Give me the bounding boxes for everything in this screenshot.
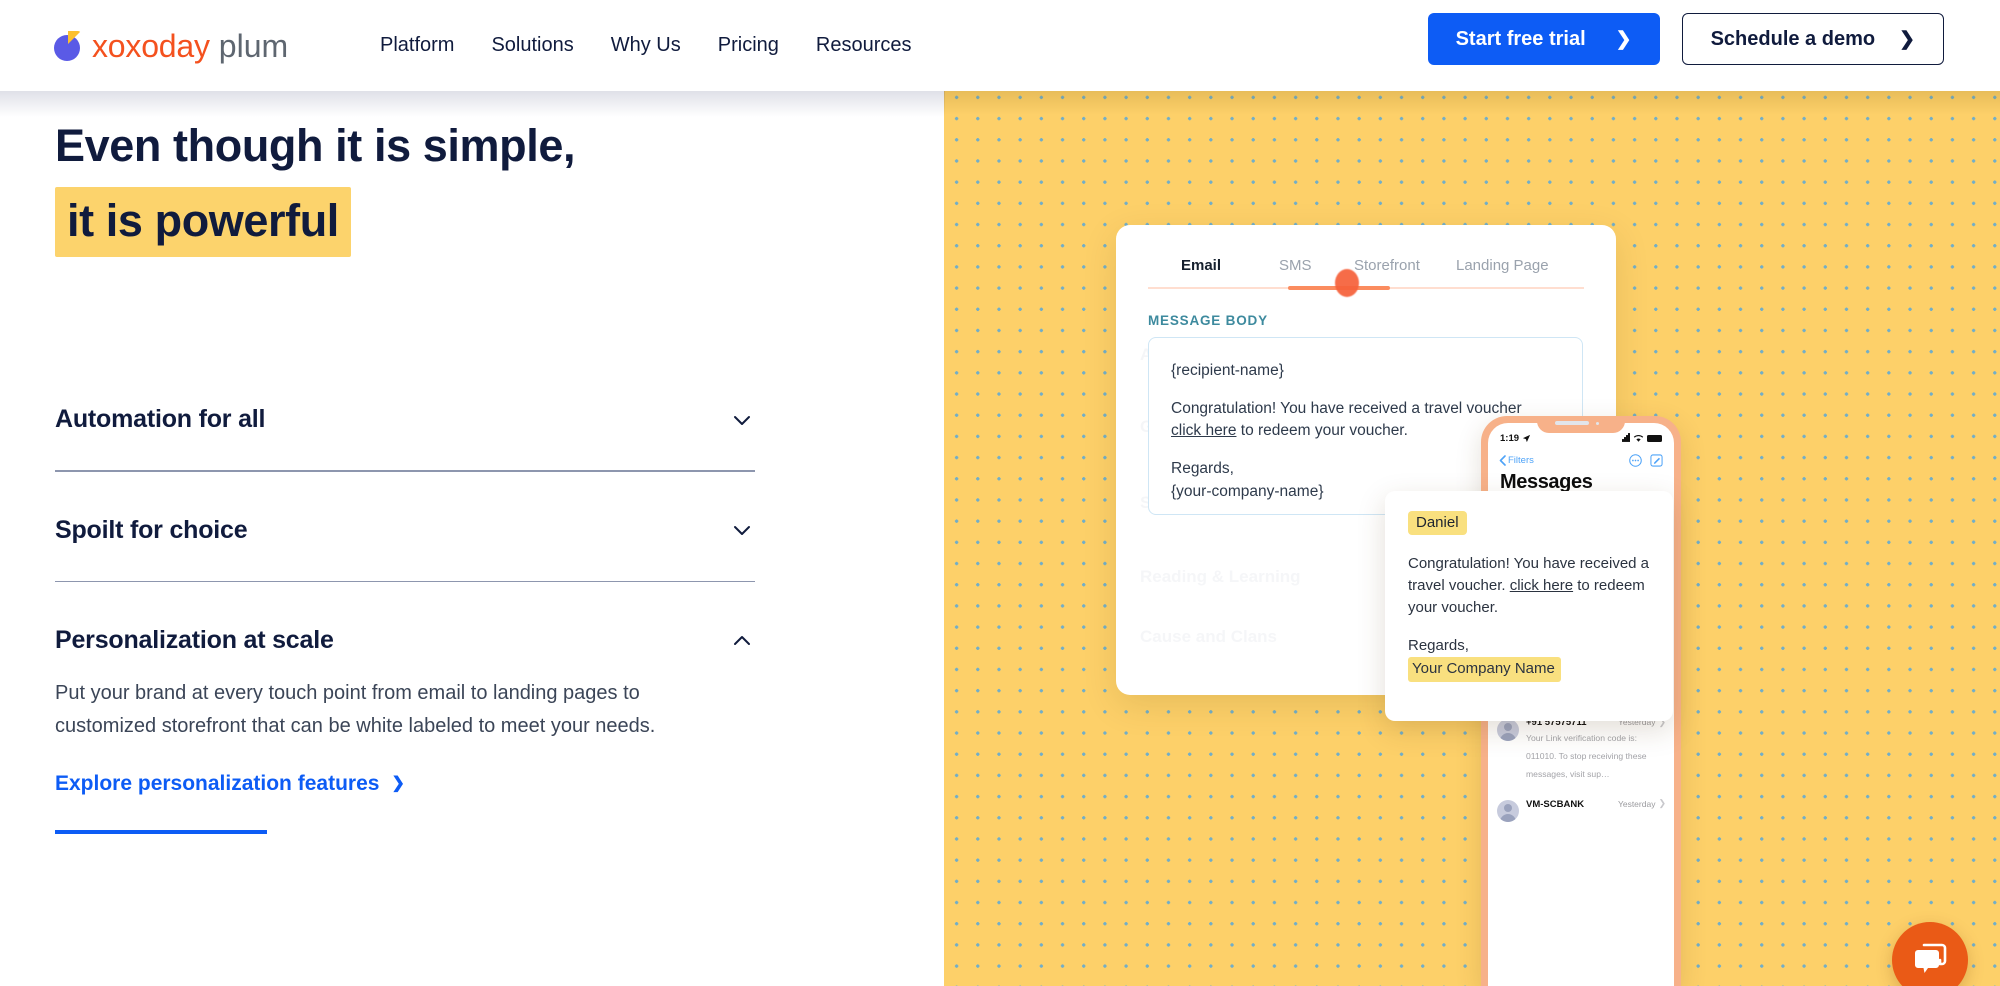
accordion-title: Spoilt for choice (55, 515, 248, 544)
more-circle-icon (1629, 453, 1642, 467)
sms-preview-popup: Daniel Congratulation! You have received… (1385, 491, 1673, 721)
accordion-body-text: Put your brand at every touch point from… (55, 682, 656, 737)
email-click-here-link[interactable]: click here (1171, 422, 1236, 439)
list-item[interactable]: VM-SCBANK Yesterday ❯ (1488, 790, 1674, 830)
chevron-right-icon: ❯ (1899, 28, 1915, 50)
phone-camera (1596, 422, 1599, 425)
tab-landing-page[interactable]: Landing Page (1456, 257, 1549, 274)
accordion-progress-fill (55, 829, 267, 834)
start-free-trial-button[interactable]: Start free trial ❯ (1427, 13, 1660, 65)
avatar (1497, 800, 1519, 822)
site-header: xoxoday plum Platform Solutions Why Us P… (0, 0, 2000, 91)
headline-highlight: it is powerful (55, 186, 351, 258)
main-nav: Platform Solutions Why Us Pricing Resour… (380, 0, 949, 91)
page-title: Even though it is simple, it is powerful (55, 118, 815, 258)
start-free-trial-label: Start free trial (1455, 27, 1586, 50)
header-actions: Start free trial ❯ Schedule a demo ❯ (1427, 13, 1944, 65)
schedule-demo-label: Schedule a demo (1710, 27, 1876, 50)
product-preview-panel: Amazon Products Experiences Gift cards W… (944, 91, 2000, 986)
nav-item-why-us[interactable]: Why Us (611, 34, 718, 57)
chevron-down-icon[interactable] (729, 407, 755, 433)
page-root: xoxoday plum Platform Solutions Why Us P… (0, 0, 2000, 986)
tab-email[interactable]: Email (1181, 257, 1221, 274)
logo-product-text: plum (218, 28, 289, 64)
accordion-title: Personalization at scale (55, 626, 334, 655)
email-redeem-text: to redeem your voucher. (1236, 422, 1408, 440)
chevron-up-icon[interactable] (729, 628, 755, 654)
chat-bubble-icon (1915, 943, 1947, 973)
chevron-right-icon: ❯ (1615, 28, 1632, 50)
chevron-right-icon: ❯ (1658, 798, 1666, 808)
accordion-body-personalization: Put your brand at every touch point from… (55, 669, 755, 834)
ghost-label: Reading & Learning (1140, 567, 1301, 586)
nav-item-platform[interactable]: Platform (380, 34, 491, 57)
status-time: 1:19 (1500, 433, 1531, 444)
accordion-item-choice[interactable]: Spoilt for choice (55, 502, 755, 583)
chevron-down-icon[interactable] (729, 517, 755, 543)
plum-logo-icon (54, 31, 84, 61)
headline-line-1: Even though it is simple, (55, 120, 576, 171)
phone-speaker (1555, 421, 1589, 425)
logo-brand-text: xoxoday (92, 28, 210, 64)
feature-accordion: Automation for all Spoilt for choice Per… (55, 391, 755, 834)
logo[interactable]: xoxoday plum (54, 24, 288, 68)
cursor-dot-icon (1335, 269, 1359, 297)
accordion-title: Automation for all (55, 405, 266, 433)
status-indicators (1622, 429, 1662, 447)
tab-storefront[interactable]: Storefront (1354, 257, 1420, 274)
message-body-label: MESSAGE BODY (1148, 313, 1268, 328)
phone-nav-row: Filters (1488, 449, 1674, 471)
accordion-item-personalization[interactable]: Personalization at scale Put your brand … (55, 612, 755, 834)
chevron-right-icon: ❯ (391, 774, 405, 792)
message-sender: VM-SCBANK (1526, 798, 1585, 810)
divider (55, 470, 755, 472)
signal-icon (1622, 429, 1630, 447)
accordion-header-personalization[interactable]: Personalization at scale (55, 612, 755, 669)
avatar (1497, 718, 1519, 741)
popup-company-name: Your Company Name (1408, 657, 1561, 682)
phone-nav-icons (1629, 453, 1663, 467)
accordion-header-automation[interactable]: Automation for all (55, 391, 755, 448)
filters-back-link[interactable]: Filters (1499, 455, 1534, 466)
accordion-progress-bar (55, 829, 755, 834)
tab-sms[interactable]: SMS (1279, 257, 1312, 274)
accordion-item-automation[interactable]: Automation for all (55, 391, 755, 472)
popup-recipient-name: Daniel (1408, 511, 1467, 535)
message-preview: Your Link verification code is: 011010. … (1526, 733, 1647, 779)
compose-icon (1650, 453, 1663, 467)
popup-message-text: Congratulation! You have received a trav… (1408, 555, 1650, 616)
divider (55, 580, 755, 583)
nav-item-pricing[interactable]: Pricing (718, 34, 816, 57)
nav-item-resources[interactable]: Resources (816, 34, 949, 57)
hero-left-column: Even though it is simple, it is powerful… (0, 91, 945, 986)
popup-click-here-link[interactable]: click here (1510, 577, 1573, 594)
ghost-label: Cause and Clans (1140, 627, 1277, 646)
accordion-header-choice[interactable]: Spoilt for choice (55, 502, 755, 559)
chevron-left-icon (1499, 454, 1506, 466)
popup-regards: Regards, Your Company Name (1408, 635, 1650, 682)
nav-item-solutions[interactable]: Solutions (491, 34, 610, 57)
schedule-demo-button[interactable]: Schedule a demo ❯ (1681, 13, 1944, 65)
location-arrow-icon (1522, 434, 1531, 442)
wifi-icon (1633, 434, 1644, 442)
explore-personalization-link[interactable]: Explore personalization features ❯ (55, 772, 405, 796)
channel-tabs: Email SMS Storefront Landing Page (1116, 257, 1616, 297)
battery-icon (1647, 434, 1662, 442)
explore-personalization-label: Explore personalization features (55, 771, 380, 795)
email-line-recipient: {recipient-name} (1171, 362, 1284, 379)
message-time: Yesterday❯ (1617, 798, 1666, 809)
